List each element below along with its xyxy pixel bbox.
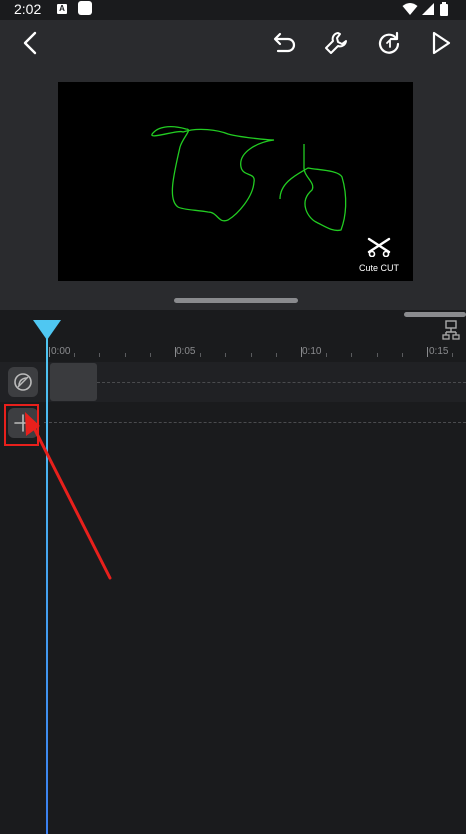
ruler-tick <box>49 347 50 357</box>
battery-icon <box>440 2 448 16</box>
ruler-tick <box>74 353 76 357</box>
notification-a-icon: A <box>57 4 67 14</box>
ruler-tick <box>124 353 126 357</box>
ruler-tick <box>427 347 428 357</box>
tick-label: 0:05 <box>176 346 196 357</box>
ruler-tick <box>149 353 151 357</box>
ruler-tick <box>452 353 454 357</box>
undo-button[interactable] <box>270 30 296 56</box>
time-ruler[interactable]: 0:00 0:05 0:10 0:15 <box>0 340 466 360</box>
wifi-icon <box>402 3 418 15</box>
annotation-highlight-box <box>4 404 39 446</box>
ruler-tick <box>275 353 277 357</box>
ruler-tick <box>99 353 101 357</box>
redo-icon <box>378 31 400 54</box>
status-bar: 2:02 A <box>0 0 466 20</box>
panel-drag-handle[interactable] <box>174 298 298 303</box>
scissors-logo-icon <box>367 237 391 258</box>
notification-square-icon <box>78 1 92 15</box>
ruler-tick <box>326 353 328 357</box>
ruler-tick <box>351 353 353 357</box>
chevron-left-icon <box>23 31 37 55</box>
playhead-marker[interactable] <box>31 318 63 342</box>
ruler-tick <box>175 347 176 357</box>
play-icon <box>432 31 451 55</box>
track-dash-line <box>97 382 466 383</box>
layers-icon[interactable] <box>442 320 462 340</box>
undo-icon <box>273 32 296 53</box>
wrench-icon <box>325 32 347 54</box>
tick-label: 0:00 <box>51 346 71 357</box>
redo-button[interactable] <box>376 30 402 56</box>
empty-track <box>0 402 466 442</box>
track-dash-line <box>44 422 466 423</box>
tools-button[interactable] <box>323 30 349 56</box>
play-button[interactable] <box>428 30 454 56</box>
watermark-text: Cute CUT <box>358 263 399 273</box>
track-toggle-button[interactable] <box>8 367 38 397</box>
playhead-line[interactable] <box>46 334 48 834</box>
timeline-scroll-indicator[interactable] <box>404 312 466 317</box>
video-preview[interactable]: Cute CUT <box>58 82 413 281</box>
ruler-tick <box>225 353 227 357</box>
signal-icon <box>422 3 434 15</box>
watermark: Cute CUT <box>354 237 404 273</box>
ruler-tick <box>401 353 403 357</box>
back-button[interactable] <box>18 30 44 56</box>
tick-label: 0:10 <box>302 346 322 357</box>
status-time: 2:02 <box>14 1 42 17</box>
tick-label: 0:15 <box>429 346 449 357</box>
ruler-tick <box>250 353 252 357</box>
video-clip[interactable] <box>50 363 97 401</box>
ruler-tick <box>376 353 378 357</box>
ruler-tick <box>301 347 302 357</box>
status-indicators <box>402 2 452 16</box>
recycle-icon <box>14 373 32 391</box>
ruler-tick <box>200 353 202 357</box>
